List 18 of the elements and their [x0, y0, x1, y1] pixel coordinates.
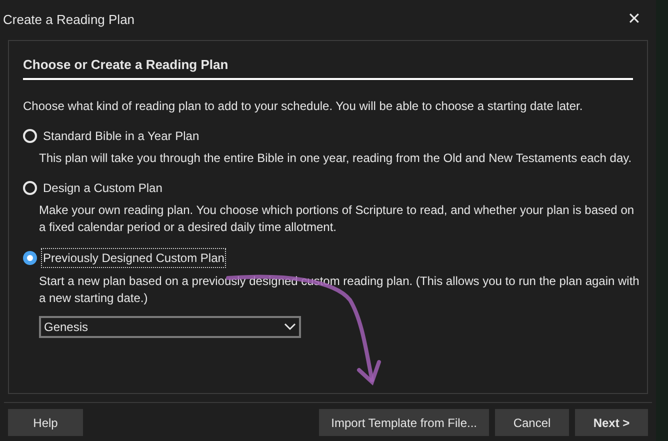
radio-button[interactable]: [23, 180, 37, 194]
close-button[interactable]: ✕: [622, 8, 646, 32]
dialog-button[interactable]: Import Template from File...: [319, 409, 489, 436]
option-label[interactable]: Previously Designed Custom Plan: [41, 248, 226, 268]
radio-button[interactable]: [23, 250, 37, 264]
dialog-button[interactable]: Help: [8, 409, 83, 436]
chevron-down-icon: [284, 322, 296, 330]
option-label[interactable]: Standard Bible in a Year Plan: [41, 126, 202, 144]
option-description: Make your own reading plan. You choose which portions of Scripture to read, and whether your plan is based on a fixed calendar period or a desired daily time allotment.: [39, 202, 636, 236]
option-label[interactable]: Design a Custom Plan: [41, 178, 164, 196]
option-description: This plan will take you through the entire Bible in one year, reading from the Old and New Testaments each day.: [39, 150, 633, 166]
plan-dropdown[interactable]: Genesis: [39, 316, 301, 338]
dialog-button[interactable]: Cancel: [495, 409, 569, 436]
radio-button[interactable]: [23, 128, 37, 142]
section-heading: Choose or Create a Reading Plan: [23, 55, 633, 80]
dialog-button[interactable]: Next >: [575, 409, 648, 436]
window-title: Create a Reading Plan: [3, 11, 135, 30]
intro-text: Choose what kind of reading plan to add to your schedule. You will be able to choose a starting date later.: [23, 98, 584, 114]
